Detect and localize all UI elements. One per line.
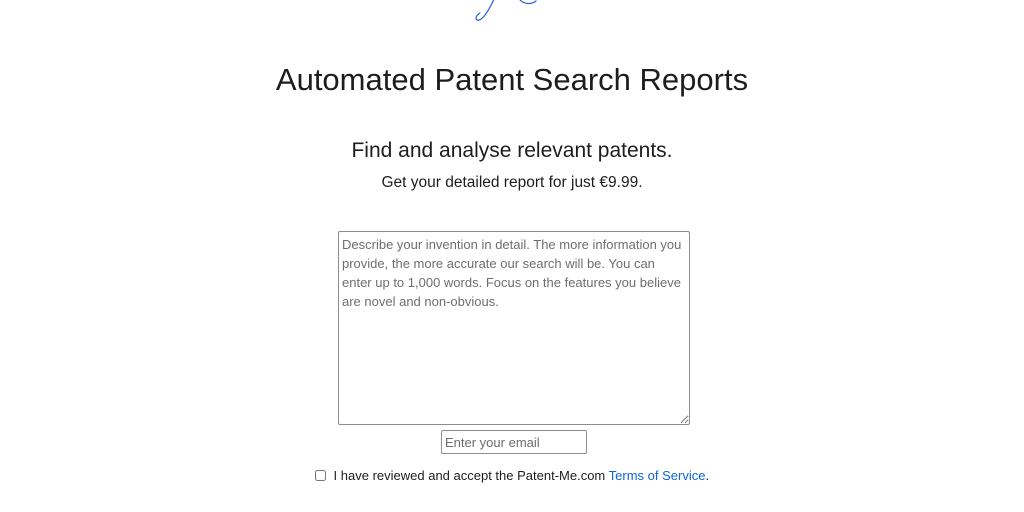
headline: Find and analyse relevant patents.	[351, 139, 673, 162]
terms-label: I have reviewed and accept the Patent-Me…	[333, 468, 609, 483]
terms-of-service-link[interactable]: Terms of Service	[609, 468, 706, 483]
email-input[interactable]	[441, 430, 587, 454]
signature-logo-icon	[475, 0, 537, 21]
page: Automated Patent Search Reports Find and…	[0, 0, 1024, 512]
page-title: Automated Patent Search Reports	[275, 62, 749, 97]
invention-description-textarea[interactable]	[338, 231, 690, 425]
terms-suffix: .	[705, 468, 710, 483]
terms-checkbox[interactable]	[314, 470, 326, 481]
price-text: Get your detailed report for just €9.99.	[381, 174, 643, 191]
terms-row: I have reviewed and accept the Patent-Me…	[0, 467, 1024, 485]
